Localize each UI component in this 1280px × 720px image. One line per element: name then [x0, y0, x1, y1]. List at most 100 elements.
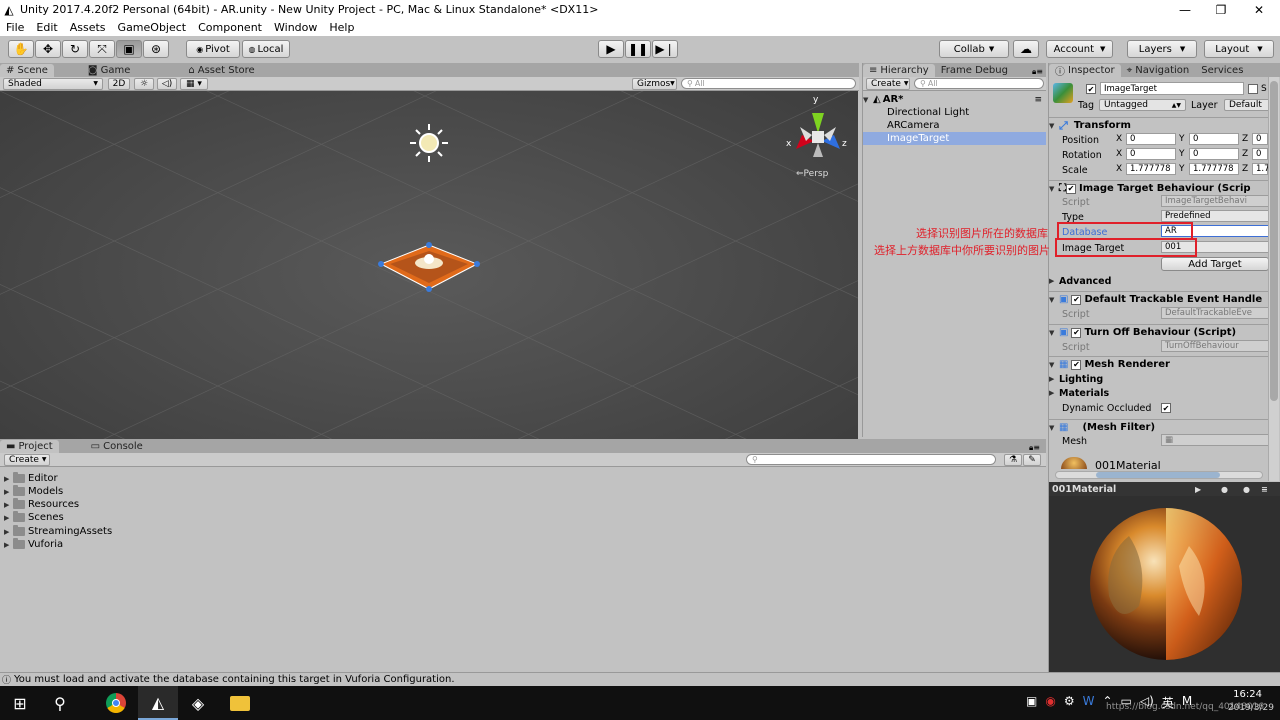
layers-dropdown[interactable]: Layers ▼: [1127, 40, 1197, 58]
rotation-z-field[interactable]: 0: [1252, 148, 1268, 160]
cloud-button[interactable]: ☁: [1013, 40, 1039, 58]
menu-window[interactable]: Window: [268, 21, 323, 34]
project-search-input[interactable]: ⚲: [746, 454, 996, 465]
audio-toggle[interactable]: ◁): [157, 77, 177, 90]
expand-icon[interactable]: ▼: [1049, 296, 1059, 304]
layout-dropdown[interactable]: Layout ▼: [1204, 40, 1274, 58]
transform-header[interactable]: ▼ ⤢ Transform: [1049, 117, 1268, 133]
dynamic-occluded-checkbox[interactable]: ✔: [1161, 403, 1171, 413]
scrollbar-thumb[interactable]: [1270, 81, 1278, 401]
inspector-horizontal-scrollbar[interactable]: [1055, 471, 1263, 479]
effects-dropdown[interactable]: ▦ ▾: [180, 77, 208, 90]
maximize-button[interactable]: ❐: [1202, 0, 1240, 19]
collab-dropdown[interactable]: Collab ▼: [939, 40, 1009, 58]
local-toggle[interactable]: ◍ Local: [242, 40, 290, 58]
itb-script-field[interactable]: ImageTargetBehavi: [1161, 195, 1269, 207]
expand-icon[interactable]: ▼: [1049, 361, 1059, 369]
mesh-renderer-header[interactable]: ▼ ▦ ✔ Mesh Renderer: [1049, 356, 1268, 372]
projection-label[interactable]: ⇐Persp: [796, 169, 828, 179]
scale-tool-button[interactable]: ⤧: [89, 40, 115, 58]
gizmos-dropdown[interactable]: Gizmos ▼: [632, 77, 677, 90]
itb-type-field[interactable]: Predefined: [1161, 210, 1269, 222]
menu-icon[interactable]: ≡: [1261, 485, 1268, 494]
tray-word-icon[interactable]: W: [1083, 694, 1095, 711]
hierarchy-scene-root[interactable]: ▼ ◭ AR* ≡: [863, 93, 1046, 106]
materials-foldout[interactable]: ▶ Materials: [1049, 386, 1268, 400]
position-x-field[interactable]: 0: [1126, 133, 1176, 145]
object-name-input[interactable]: ImageTarget: [1100, 82, 1244, 95]
material-preview-area[interactable]: [1049, 496, 1280, 672]
tab-asset-store[interactable]: ⌂ Asset Store: [182, 64, 260, 77]
hierarchy-item-imagetarget[interactable]: ImageTarget: [863, 132, 1046, 145]
tab-services[interactable]: Services: [1195, 64, 1249, 77]
project-folder-resources[interactable]: ▶ Resources: [4, 498, 79, 511]
mesh-field[interactable]: ▦: [1161, 434, 1269, 446]
tob-enabled-checkbox[interactable]: ✔: [1071, 327, 1082, 338]
tab-inspector[interactable]: ⓘ Inspector: [1049, 64, 1121, 78]
position-y-field[interactable]: 0: [1189, 133, 1239, 145]
menu-assets[interactable]: Assets: [64, 21, 112, 34]
expand-icon[interactable]: ▼: [1049, 122, 1059, 130]
transform-tool-button[interactable]: ⊛: [143, 40, 169, 58]
tob-header[interactable]: ▼ ▣ ✔ Turn Off Behaviour (Script): [1049, 324, 1268, 340]
lighting-foldout[interactable]: ▶ Lighting: [1049, 372, 1268, 386]
layer-dropdown[interactable]: Default: [1224, 99, 1270, 111]
dteh-header[interactable]: ▼ ▣ ✔ Default Trackable Event Handle: [1049, 291, 1268, 307]
tab-game[interactable]: ◙ Game: [82, 64, 136, 77]
dteh-script-field[interactable]: DefaultTrackableEve: [1161, 307, 1269, 319]
advanced-foldout[interactable]: ▶ Advanced: [1049, 274, 1268, 288]
expand-icon[interactable]: ▼: [1049, 424, 1059, 432]
filter-label-button[interactable]: ✎: [1023, 453, 1041, 466]
close-button[interactable]: ✕: [1240, 0, 1278, 19]
expand-icon[interactable]: ▼: [863, 96, 873, 104]
hand-tool-button[interactable]: ✋: [8, 40, 34, 58]
step-button[interactable]: ▶❘: [652, 40, 678, 58]
lock-icon[interactable]: 🔒︎≡: [1029, 443, 1046, 453]
project-folder-editor[interactable]: ▶ Editor: [4, 472, 58, 485]
project-folder-models[interactable]: ▶ Models: [4, 485, 63, 498]
tray-red-icon[interactable]: ◉: [1045, 694, 1055, 711]
chrome-taskbar-button[interactable]: [96, 686, 136, 720]
tray-app-icon[interactable]: ▣: [1026, 694, 1037, 711]
expand-icon[interactable]: ▼: [1049, 185, 1059, 193]
shading-mode-dropdown[interactable]: Shaded ▼: [3, 77, 103, 90]
expand-icon[interactable]: ▼: [1049, 329, 1059, 337]
dteh-enabled-checkbox[interactable]: ✔: [1071, 294, 1082, 305]
play-icon[interactable]: ▶: [1195, 485, 1201, 494]
hierarchy-item-directional-light[interactable]: Directional Light: [863, 106, 1046, 119]
rotation-x-field[interactable]: 0: [1126, 148, 1176, 160]
play-button[interactable]: ▶: [598, 40, 624, 58]
add-target-button[interactable]: Add Target: [1161, 257, 1269, 271]
scrollbar-thumb[interactable]: [1096, 472, 1220, 478]
move-tool-button[interactable]: ✥: [35, 40, 61, 58]
project-create-dropdown[interactable]: Create ▼: [4, 453, 50, 466]
tray-app2-icon[interactable]: ⚙: [1064, 694, 1075, 711]
tab-navigation[interactable]: ⌖ Navigation: [1121, 64, 1196, 77]
static-checkbox[interactable]: [1248, 84, 1258, 94]
pivot-toggle[interactable]: ◉ Pivot: [186, 40, 240, 58]
search-button[interactable]: ⚲: [40, 686, 80, 720]
menu-file[interactable]: File: [0, 21, 30, 34]
mesh-filter-header[interactable]: ▼ ▦ (Mesh Filter): [1049, 419, 1268, 435]
scene-search-input[interactable]: ⚲ All: [681, 78, 856, 89]
pause-button[interactable]: ❚❚: [625, 40, 651, 58]
active-checkbox[interactable]: ✔: [1086, 84, 1096, 94]
scale-y-field[interactable]: 1.777778: [1189, 163, 1239, 175]
rotate-tool-button[interactable]: ↻: [62, 40, 88, 58]
lock-icon[interactable]: 🔒︎≡: [1032, 67, 1046, 77]
explorer-taskbar-button[interactable]: [220, 686, 260, 720]
rect-tool-button[interactable]: ▣: [116, 40, 142, 58]
lighting-toggle[interactable]: ☼: [134, 77, 154, 90]
menu-edit[interactable]: Edit: [30, 21, 63, 34]
project-folder-vuforia[interactable]: ▶ Vuforia: [4, 538, 63, 551]
scale-z-field[interactable]: 1.7: [1252, 163, 1270, 175]
project-folder-streamingassets[interactable]: ▶ StreamingAssets: [4, 525, 112, 538]
windows-start-button[interactable]: ⊞: [0, 686, 40, 720]
position-z-field[interactable]: 0: [1252, 133, 1268, 145]
account-dropdown[interactable]: Account ▼: [1046, 40, 1113, 58]
tab-project[interactable]: ▬ Project: [0, 440, 59, 453]
minimize-button[interactable]: —: [1166, 0, 1204, 19]
2d-toggle[interactable]: 2D: [108, 77, 130, 90]
tab-console[interactable]: ▭ Console: [85, 440, 149, 453]
sphere-icon[interactable]: ●: [1221, 485, 1228, 494]
